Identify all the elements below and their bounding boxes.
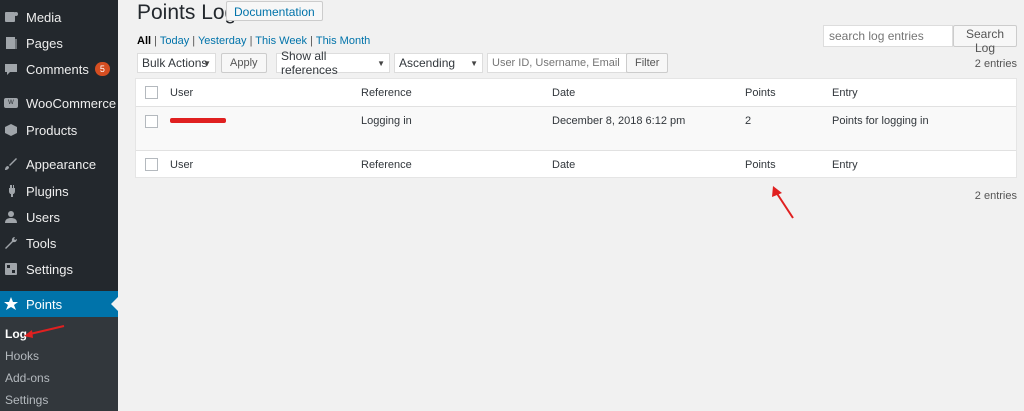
entries-count-bottom: 2 entries: [974, 190, 1017, 202]
user-filter-input[interactable]: [487, 53, 627, 73]
table-header-row: User Reference Date Points Entry: [136, 79, 1016, 107]
menu-label: Settings: [26, 261, 73, 277]
column-footer-date[interactable]: Date: [552, 159, 575, 171]
menu-label: Points: [26, 296, 63, 312]
star-icon: [4, 297, 18, 311]
filter-yesterday[interactable]: Yesterday: [198, 35, 247, 47]
menu-item-comments[interactable]: Comments 5: [0, 56, 118, 82]
menu-label: Comments: [26, 61, 89, 77]
caret-down-icon: ▼: [203, 58, 211, 68]
submenu-item-log[interactable]: Log: [5, 327, 27, 341]
menu-label: Tools: [26, 235, 57, 251]
admin-sidebar: Media Pages Comments 5 W WooCommerce Pro…: [0, 0, 118, 411]
column-header-entry[interactable]: Entry: [832, 87, 858, 99]
menu-label: WooCommerce: [26, 95, 117, 111]
filter-all[interactable]: All: [137, 35, 151, 47]
documentation-button[interactable]: Documentation: [226, 1, 323, 21]
redacted-username: [170, 118, 226, 123]
submenu-item-hooks[interactable]: Hooks: [5, 349, 39, 363]
users-icon: [4, 210, 18, 224]
comments-count-badge: 5: [94, 62, 110, 76]
column-footer-reference[interactable]: Reference: [361, 159, 412, 171]
column-footer-points[interactable]: Points: [745, 159, 776, 171]
column-header-date[interactable]: Date: [552, 87, 575, 99]
cell-date: December 8, 2018 6:12 pm: [552, 115, 686, 127]
page-title: Points Log: [137, 1, 237, 24]
menu-item-settings[interactable]: Settings: [0, 256, 118, 282]
caret-down-icon: ▼: [377, 58, 385, 68]
column-footer-entry[interactable]: Entry: [832, 159, 858, 171]
menu-label: Media: [26, 9, 62, 25]
menu-label: Products: [26, 122, 78, 138]
filter-today[interactable]: Today: [160, 35, 189, 47]
bulk-actions-select[interactable]: Bulk Actions ▼: [137, 53, 216, 73]
wrench-icon: [4, 236, 18, 250]
menu-item-products[interactable]: Products: [0, 117, 118, 143]
references-select[interactable]: Show all references ▼: [276, 49, 390, 77]
table-footer-row: User Reference Date Points Entry: [136, 150, 1016, 178]
cell-points: 2: [745, 115, 752, 127]
menu-label: Plugins: [26, 183, 69, 199]
menu-label: Users: [26, 209, 60, 225]
filter-this-month[interactable]: This Month: [316, 35, 370, 47]
select-value: Ascending: [399, 56, 456, 70]
appearance-icon: [4, 157, 18, 171]
date-filters: All | Today | Yesterday | This Week | Th…: [137, 35, 370, 47]
submenu-item-add-ons[interactable]: Add-ons: [5, 371, 50, 385]
settings-icon: [4, 262, 18, 276]
select-value: Bulk Actions: [142, 56, 208, 70]
menu-item-points[interactable]: Points: [0, 291, 118, 317]
menu-item-tools[interactable]: Tools: [0, 230, 118, 256]
filter-button[interactable]: Filter: [626, 53, 669, 73]
column-header-reference[interactable]: Reference: [361, 87, 412, 99]
menu-item-media[interactable]: Media: [0, 4, 118, 30]
menu-item-users[interactable]: Users: [0, 204, 118, 230]
column-header-user[interactable]: User: [170, 87, 193, 99]
column-footer-user[interactable]: User: [170, 159, 193, 171]
caret-down-icon: ▼: [470, 58, 478, 68]
arrow-to-points-column: [772, 186, 794, 219]
plugins-icon: [4, 184, 18, 198]
select-all-checkbox[interactable]: [145, 86, 158, 99]
menu-label: Appearance: [26, 156, 97, 172]
submenu-item-settings[interactable]: Settings: [5, 393, 48, 407]
log-table: User Reference Date Points Entry Logging…: [135, 78, 1017, 178]
apply-button[interactable]: Apply: [221, 53, 267, 73]
select-all-checkbox-footer[interactable]: [145, 158, 158, 171]
select-value: Show all references: [281, 49, 338, 77]
search-log-button[interactable]: Search Log: [953, 25, 1017, 55]
row-checkbox[interactable]: [145, 115, 158, 128]
comments-icon: [4, 62, 18, 76]
column-header-points[interactable]: Points: [745, 87, 776, 99]
products-icon: [4, 123, 18, 137]
search-input[interactable]: [823, 25, 953, 47]
media-icon: [4, 10, 18, 24]
cell-reference: Logging in: [361, 115, 412, 127]
menu-item-appearance[interactable]: Appearance: [0, 151, 118, 177]
filter-this-week[interactable]: This Week: [255, 35, 307, 47]
menu-item-plugins[interactable]: Plugins: [0, 178, 118, 204]
entries-count-top: 2 entries: [974, 58, 1017, 70]
woocommerce-icon: W: [4, 96, 18, 110]
menu-item-woocommerce[interactable]: W WooCommerce: [0, 90, 118, 116]
table-row: Logging in December 8, 2018 6:12 pm 2 Po…: [136, 107, 1016, 150]
order-select[interactable]: Ascending ▼: [394, 53, 483, 73]
pages-icon: [4, 36, 18, 50]
menu-label: Pages: [26, 35, 63, 51]
points-submenu: Log Hooks Add-ons Settings: [0, 317, 118, 411]
cell-entry: Points for logging in: [832, 115, 929, 127]
menu-item-pages[interactable]: Pages: [0, 30, 118, 56]
